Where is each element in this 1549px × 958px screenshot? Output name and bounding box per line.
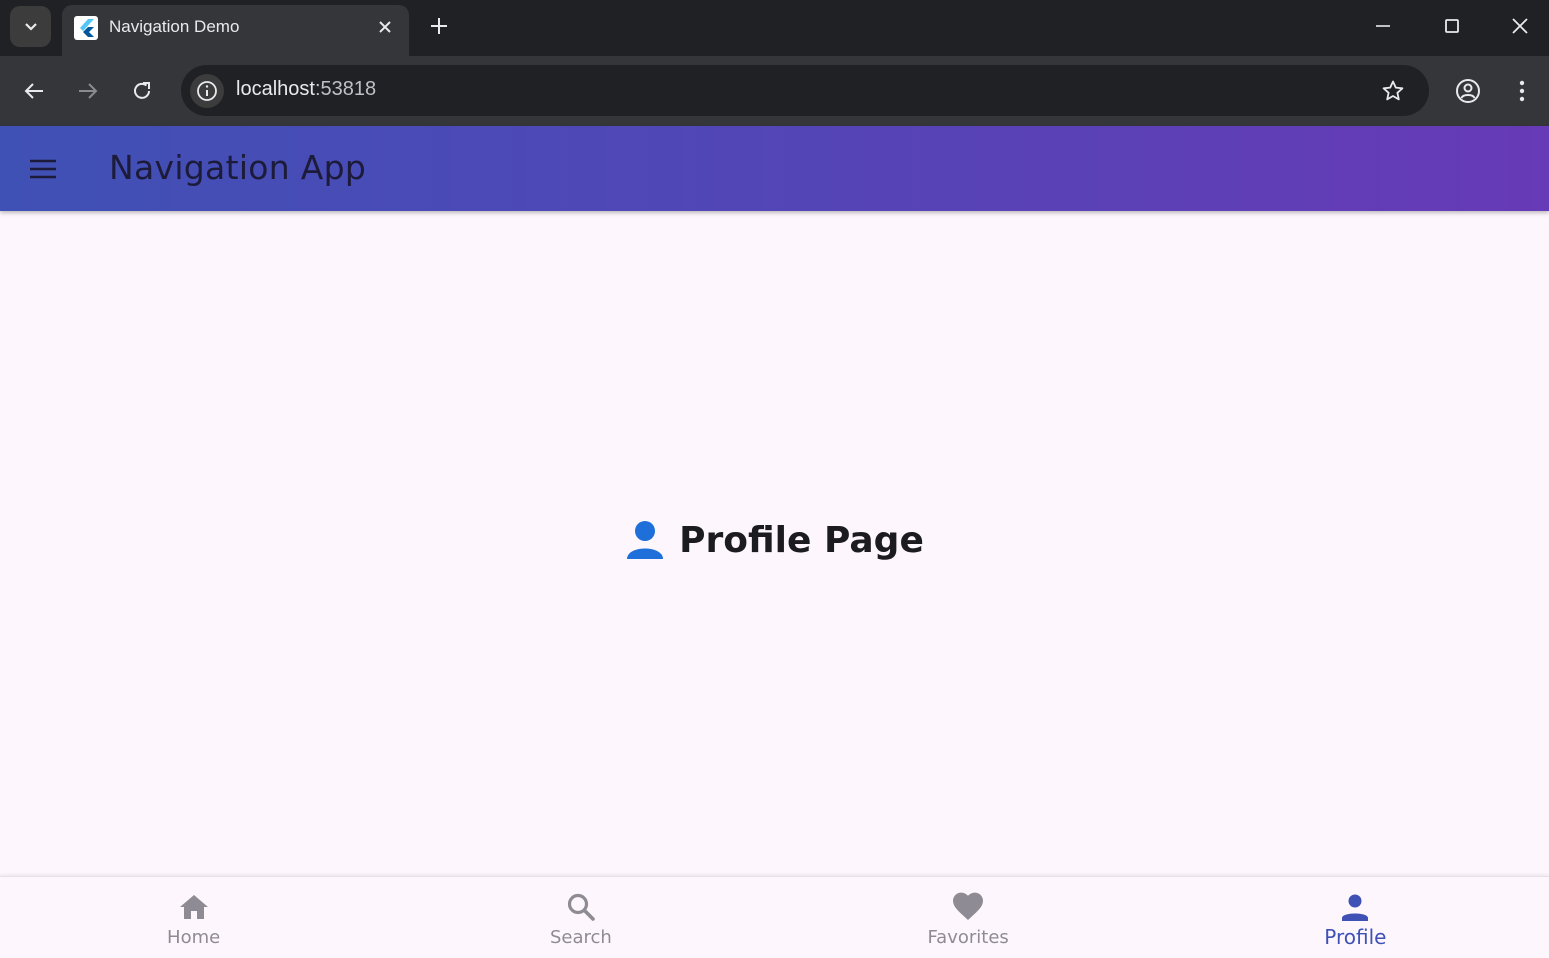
bookmark-button[interactable]: [1377, 75, 1409, 107]
app-title: Navigation App: [109, 148, 367, 187]
minimize-button[interactable]: [1365, 8, 1401, 44]
person-emoji-icon: [625, 519, 665, 561]
maximize-button[interactable]: [1434, 8, 1470, 44]
reload-button[interactable]: [124, 73, 160, 109]
chevron-down-icon: [24, 22, 37, 31]
url-port: :53818: [314, 78, 377, 100]
more-vert-icon: [1519, 80, 1525, 102]
browser-menu-button[interactable]: [1504, 73, 1540, 109]
person-icon: [1342, 894, 1369, 921]
address-bar[interactable]: localhost:53818: [181, 65, 1429, 116]
nav-label-home: Home: [167, 927, 221, 948]
close-icon: [1512, 18, 1528, 34]
tab-close-button[interactable]: [374, 16, 396, 38]
back-button[interactable]: [16, 73, 52, 109]
arrow-right-icon: [79, 83, 98, 99]
flutter-favicon-icon: [74, 16, 98, 40]
nav-label-profile: Profile: [1324, 925, 1387, 949]
page-content: Profile Page: [0, 211, 1549, 876]
heart-icon: [953, 892, 984, 920]
browser-tab-active[interactable]: Navigation Demo: [62, 5, 409, 56]
drawer-menu-button[interactable]: [22, 148, 64, 190]
url-host: localhost: [236, 78, 315, 100]
nav-label-search: Search: [549, 927, 612, 948]
maximize-icon: [1445, 19, 1459, 33]
page-heading: Profile Page: [0, 519, 1549, 561]
profile-menu-button[interactable]: [1450, 73, 1486, 109]
forward-button[interactable]: [70, 73, 106, 109]
minimize-icon: [1376, 25, 1390, 27]
home-icon: [179, 895, 208, 919]
star-icon: [1382, 80, 1404, 101]
close-window-button[interactable]: [1502, 8, 1538, 44]
tab-search-button[interactable]: [10, 6, 51, 47]
reload-icon: [134, 82, 150, 99]
browser-tab-strip: Navigation Demo: [0, 0, 1549, 56]
nav-label-favorites: Favorites: [927, 927, 1009, 948]
plus-icon: [431, 18, 447, 34]
url-text[interactable]: localhost:53818: [236, 78, 376, 101]
site-info-button[interactable]: [190, 74, 224, 108]
nav-item-home[interactable]: Home: [0, 877, 387, 958]
search-icon: [567, 893, 595, 921]
app-bar: Navigation App: [0, 126, 1549, 211]
info-icon: [197, 81, 217, 101]
nav-item-profile[interactable]: Profile: [1162, 877, 1549, 958]
new-tab-button[interactable]: [425, 12, 453, 40]
bottom-navigation-bar: Home Search Favorites Profile: [0, 876, 1549, 958]
nav-item-favorites[interactable]: Favorites: [775, 877, 1162, 958]
account-circle-icon: [1456, 79, 1480, 103]
browser-toolbar: localhost:53818: [0, 56, 1549, 126]
close-icon: [379, 21, 391, 33]
hamburger-menu-icon: [30, 159, 56, 179]
page-heading-text: Profile Page: [679, 519, 924, 561]
tab-title: Navigation Demo: [109, 17, 240, 36]
nav-item-search[interactable]: Search: [387, 877, 774, 958]
arrow-left-icon: [24, 83, 43, 99]
app-viewport: Navigation App Profile Page Home Search …: [0, 126, 1549, 958]
